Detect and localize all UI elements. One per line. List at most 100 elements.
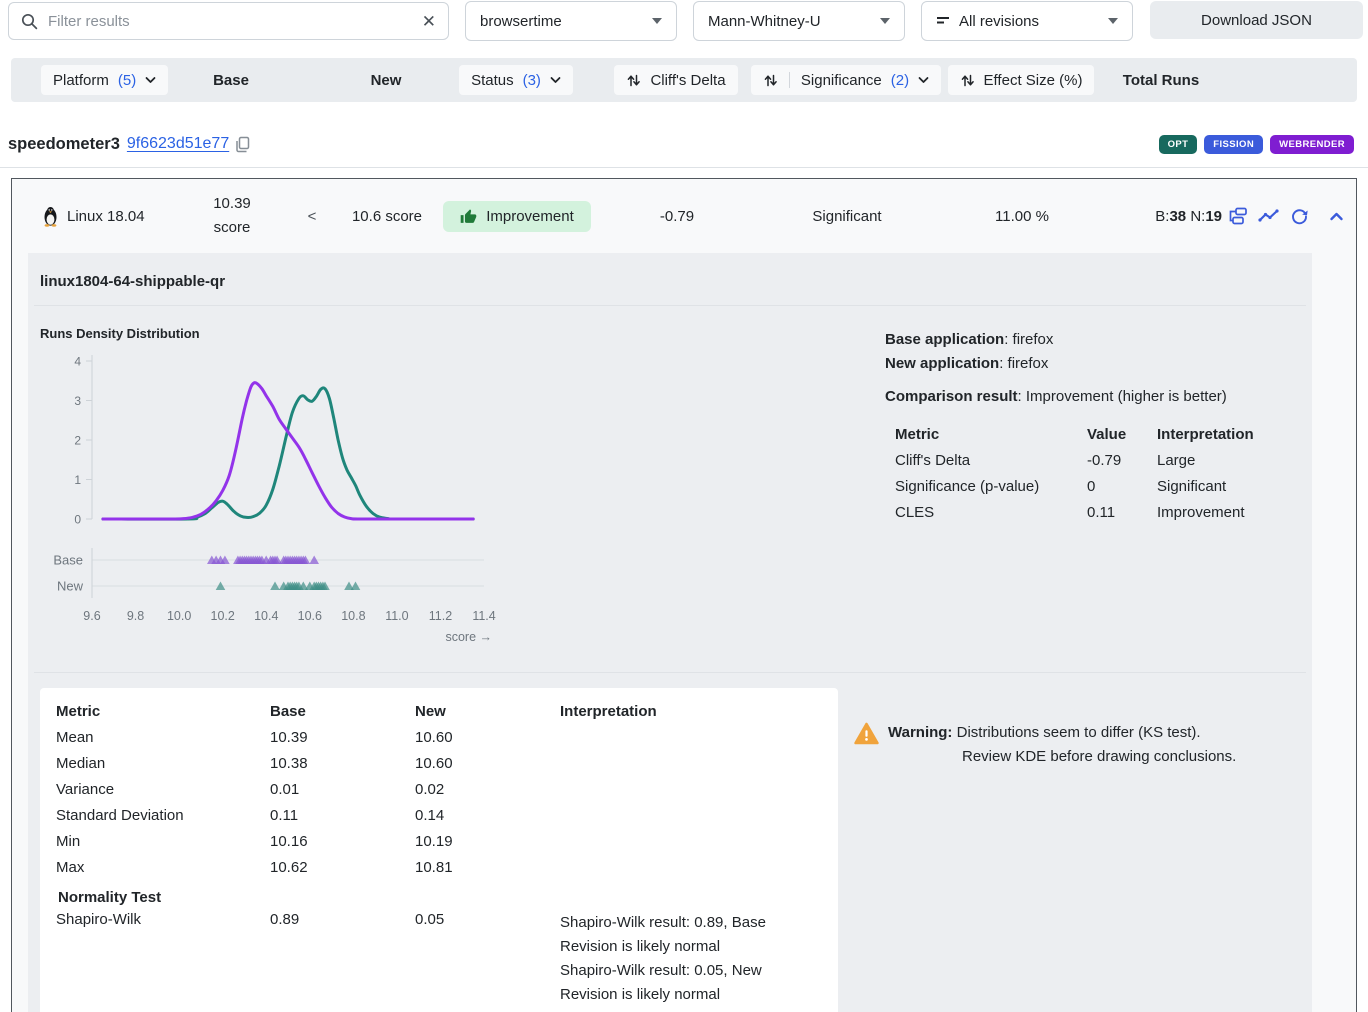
info-table-cell: Cliff's Delta [895, 452, 1087, 469]
suite-name: speedometer3 [8, 135, 120, 154]
clear-filter-icon[interactable]: ✕ [422, 13, 436, 30]
svg-text:New: New [57, 579, 84, 594]
column-header-base: Base [213, 72, 249, 89]
revisions-select[interactable]: All revisions [921, 1, 1133, 41]
stats-interpretation [560, 833, 822, 859]
new-runs-count: 19 [1205, 208, 1222, 225]
download-json-button[interactable]: Download JSON [1150, 1, 1363, 39]
svg-text:Base: Base [53, 553, 83, 568]
sort-significance-chip[interactable]: Significance (2) [751, 65, 941, 95]
stats-base-value: 10.16 [270, 833, 415, 859]
status-filter-chip[interactable]: Status (3) [459, 65, 573, 95]
revision-hash-link[interactable]: 9f6623d51e77 [127, 135, 229, 153]
descriptive-stats-card: MetricBaseNewInterpretationMean10.3910.6… [40, 688, 838, 1012]
revision-tag: OPT [1159, 135, 1198, 154]
sort-arrows-icon [626, 73, 641, 88]
platform-cell: Linux 18.04 [42, 206, 182, 227]
column-header-total-runs: Total Runs [1123, 72, 1199, 89]
platform-filter-chip[interactable]: Platform (5) [41, 65, 168, 95]
sort-effect-size-chip[interactable]: Effect Size (%) [948, 65, 1095, 95]
comparison-sign: < [308, 208, 317, 225]
comparison-result-label: Comparison result [885, 388, 1018, 405]
divider [789, 72, 790, 88]
stats-interpretation [560, 755, 822, 781]
significance-value: Significant [812, 208, 881, 225]
revisions-select-value: All revisions [959, 13, 1100, 30]
stats-metric-name: Mean [56, 729, 270, 755]
column-header-new: New [371, 72, 402, 89]
base-application-label: Base application [885, 331, 1004, 348]
stats-table-header: Base [270, 703, 415, 729]
stats-table-header: Metric [56, 703, 270, 729]
svg-text:11.4: 11.4 [472, 609, 495, 623]
svg-text:9.8: 9.8 [127, 609, 144, 623]
stats-new-value: 0.02 [415, 781, 560, 807]
graph-icon[interactable] [1258, 208, 1279, 224]
chevron-down-icon [1108, 18, 1118, 24]
statistics-summary-table: MetricValueInterpretationCliff's Delta-0… [885, 426, 1312, 521]
expanded-detail-panel: linux1804-64-shippable-qr Runs Density D… [28, 253, 1312, 1012]
revision-tag: FISSION [1204, 135, 1263, 154]
copy-icon[interactable] [235, 136, 251, 153]
base-runs-label: B: [1155, 208, 1169, 225]
stats-metric-name: Variance [56, 781, 270, 807]
retrigger-icon[interactable] [1290, 207, 1309, 226]
chevron-down-icon [880, 18, 890, 24]
stats-base-value: 0.11 [270, 807, 415, 833]
divider [0, 167, 1368, 168]
svg-text:11.2: 11.2 [429, 609, 452, 623]
svg-text:10.8: 10.8 [341, 609, 365, 623]
collapse-row-icon[interactable] [1329, 211, 1344, 222]
stats-interpretation-line: Shapiro-Wilk result: 0.89, Base Revision… [560, 911, 810, 959]
filter-search-box[interactable]: ✕ [8, 2, 449, 40]
info-table-header: Interpretation [1157, 426, 1312, 443]
base-runs-count: 38 [1169, 208, 1186, 225]
info-table-cell: 0 [1087, 478, 1157, 495]
warning-label: Warning: [888, 724, 952, 741]
svg-text:0: 0 [74, 513, 81, 527]
new-runs-label: N: [1190, 208, 1205, 225]
platform-filter-label: Platform [53, 72, 109, 89]
info-table-cell: Significance (p-value) [895, 478, 1087, 495]
top-toolbar: ✕ browsertime Mann-Whitney-U All revisio… [0, 0, 1368, 58]
svg-text:10.0: 10.0 [167, 609, 191, 623]
new-application-label: New application [885, 355, 999, 372]
filter-results-input[interactable] [48, 13, 412, 30]
stats-section-header: Normality Test [56, 885, 822, 911]
platform-name: Linux 18.04 [67, 208, 145, 225]
new-score: 10.6 score [352, 208, 422, 225]
warning-line-1: Warning: Distributions seem to differ (K… [888, 721, 1236, 745]
statistical-test-select-value: Mann-Whitney-U [708, 13, 872, 30]
significance-filter-count: (2) [891, 72, 909, 89]
warning-icon [854, 721, 879, 769]
svg-text:10.4: 10.4 [254, 609, 278, 623]
info-table-cell: Large [1157, 452, 1312, 469]
statistical-test-select[interactable]: Mann-Whitney-U [693, 1, 905, 41]
info-table-cell: Significant [1157, 478, 1312, 495]
stats-base-value: 10.62 [270, 859, 415, 885]
info-table-cell: 0.11 [1087, 504, 1157, 521]
kde-chart-block: Runs Density Distribution 01234BaseNew9.… [40, 326, 885, 654]
search-icon [21, 13, 38, 30]
stats-metric-name: Shapiro-Wilk [56, 911, 270, 1007]
framework-select[interactable]: browsertime [465, 1, 677, 41]
cliffs-delta-value: -0.79 [660, 208, 694, 225]
stats-base-value: 0.01 [270, 781, 415, 807]
subtests-icon[interactable] [1228, 207, 1247, 225]
new-application-value: firefox [1008, 355, 1049, 372]
svg-text:1: 1 [74, 473, 81, 487]
stats-metric-name: Min [56, 833, 270, 859]
warning-line-2: Review KDE before drawing conclusions. [888, 745, 1236, 769]
sort-arrows-icon [763, 73, 778, 88]
stats-metric-name: Standard Deviation [56, 807, 270, 833]
stats-metric-name: Max [56, 859, 270, 885]
stats-new-value: 10.60 [415, 729, 560, 755]
base-score: 10.39 score [200, 192, 264, 240]
linux-penguin-icon [42, 206, 59, 227]
platform-slug: linux1804-64-shippable-qr [28, 253, 1312, 290]
sort-cliffs-delta-chip[interactable]: Cliff's Delta [614, 65, 737, 95]
stats-interpretation-line: Shapiro-Wilk result: 0.05, New Revision … [560, 959, 810, 1007]
significance-filter-label: Significance [801, 72, 882, 89]
revision-tags: OPTFISSIONWEBRENDER [1159, 135, 1354, 154]
stats-new-value: 0.14 [415, 807, 560, 833]
